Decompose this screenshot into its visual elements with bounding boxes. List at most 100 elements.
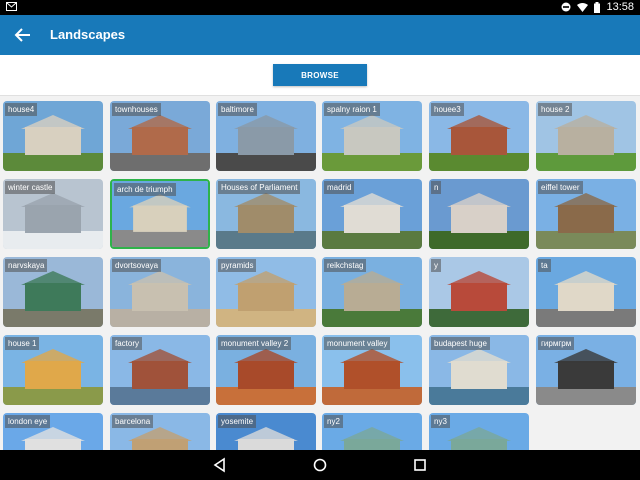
navigation-bar — [0, 450, 640, 480]
tile-ground — [429, 231, 529, 249]
tile-label: monument valley 2 — [218, 337, 292, 350]
nav-recents-icon[interactable] — [412, 457, 428, 473]
image-tile[interactable]: houee3 — [429, 101, 529, 171]
tile-label: winter castle — [5, 181, 56, 194]
image-tile[interactable]: arch de triumph — [110, 179, 210, 249]
tile-label: arch de triumph — [114, 183, 176, 196]
image-tile[interactable]: eiffel tower — [536, 179, 636, 249]
tile-subject — [451, 127, 507, 155]
browse-bar: BROWSE — [0, 55, 640, 96]
image-tile[interactable]: yosemite — [216, 413, 316, 450]
tile-label: narvskaya — [5, 259, 48, 272]
image-tile[interactable]: budapest huge — [429, 335, 529, 405]
image-tile[interactable]: monument valley 2 — [216, 335, 316, 405]
tile-subject — [558, 361, 614, 389]
back-arrow-icon[interactable] — [14, 26, 32, 44]
tile-ground — [429, 153, 529, 171]
tile-ground — [110, 153, 210, 171]
tile-label: house4 — [5, 103, 38, 116]
app-bar: Landscapes — [0, 15, 640, 55]
image-tile[interactable]: y — [429, 257, 529, 327]
image-tile[interactable]: ny2 — [322, 413, 422, 450]
image-tile[interactable]: Houses of Parliament — [216, 179, 316, 249]
tile-label: гирмгрм — [538, 337, 575, 350]
tile-label: townhouses — [112, 103, 161, 116]
tile-subject — [238, 361, 294, 389]
tile-ground — [429, 387, 529, 405]
tile-photo — [429, 179, 529, 249]
tile-subject — [25, 283, 81, 311]
tile-subject — [238, 205, 294, 233]
tile-subject — [133, 205, 187, 232]
tile-ground — [216, 153, 316, 171]
tile-label: ta — [538, 259, 551, 272]
tile-label: dvortsovaya — [112, 259, 162, 272]
tile-label: london eye — [5, 415, 51, 428]
battery-icon — [594, 1, 601, 13]
tile-subject — [451, 283, 507, 311]
nav-home-icon[interactable] — [312, 457, 328, 473]
tile-ground — [536, 153, 636, 171]
tile-photo — [429, 257, 529, 327]
tile-label: house 2 — [538, 103, 573, 116]
tile-subject — [344, 127, 400, 155]
tile-subject — [558, 127, 614, 155]
tile-ground — [322, 387, 422, 405]
image-tile[interactable]: ny3 — [429, 413, 529, 450]
tile-label: house 1 — [5, 337, 40, 350]
browse-button[interactable]: BROWSE — [273, 64, 367, 86]
tile-ground — [3, 153, 103, 171]
image-tile[interactable]: n — [429, 179, 529, 249]
image-tile[interactable]: factory — [110, 335, 210, 405]
tile-ground — [216, 387, 316, 405]
image-tile[interactable]: house 2 — [536, 101, 636, 171]
tile-label: monument valley — [324, 337, 391, 350]
tile-label: ny2 — [324, 415, 343, 428]
tile-ground — [536, 387, 636, 405]
do-not-disturb-icon — [561, 2, 571, 12]
image-tile[interactable]: dvortsovaya — [110, 257, 210, 327]
tile-label: baltimore — [218, 103, 257, 116]
image-tile[interactable]: spalny raion 1 — [322, 101, 422, 171]
tile-ground — [3, 309, 103, 327]
image-tile[interactable]: ta — [536, 257, 636, 327]
tile-subject — [132, 283, 188, 311]
image-tile[interactable]: winter castle — [3, 179, 103, 249]
image-tile[interactable]: madrid — [322, 179, 422, 249]
tile-ground — [216, 309, 316, 327]
tile-subject — [558, 205, 614, 233]
tile-ground — [322, 309, 422, 327]
image-tile[interactable]: reikchstag — [322, 257, 422, 327]
tile-ground — [429, 309, 529, 327]
image-tile[interactable]: pyramids — [216, 257, 316, 327]
status-bar: 13:58 — [0, 0, 640, 15]
tile-label: eiffel tower — [538, 181, 583, 194]
tile-ground — [3, 387, 103, 405]
tile-ground — [110, 387, 210, 405]
image-tile[interactable]: baltimore — [216, 101, 316, 171]
tile-subject — [344, 283, 400, 311]
tile-subject — [132, 127, 188, 155]
image-tile[interactable]: townhouses — [110, 101, 210, 171]
tile-label: Houses of Parliament — [218, 181, 301, 194]
tile-label: barcelona — [112, 415, 154, 428]
tile-subject — [25, 361, 81, 389]
image-grid[interactable]: house4 townhouses baltimore spalny raion 1 h… — [0, 96, 640, 450]
tile-subject — [344, 205, 400, 233]
tile-subject — [451, 361, 507, 389]
tile-subject — [451, 205, 507, 233]
image-tile[interactable]: narvskaya — [3, 257, 103, 327]
image-tile[interactable]: house4 — [3, 101, 103, 171]
tile-subject — [25, 205, 81, 233]
image-tile[interactable]: barcelona — [110, 413, 210, 450]
wifi-icon — [577, 2, 589, 12]
image-tile[interactable]: london eye — [3, 413, 103, 450]
image-tile[interactable]: house 1 — [3, 335, 103, 405]
page-title: Landscapes — [50, 27, 126, 42]
tile-label: reikchstag — [324, 259, 367, 272]
tile-ground — [536, 309, 636, 327]
image-tile[interactable]: гирмгрм — [536, 335, 636, 405]
image-tile[interactable]: monument valley — [322, 335, 422, 405]
nav-back-icon[interactable] — [212, 457, 228, 473]
tile-label: ny3 — [431, 415, 450, 428]
